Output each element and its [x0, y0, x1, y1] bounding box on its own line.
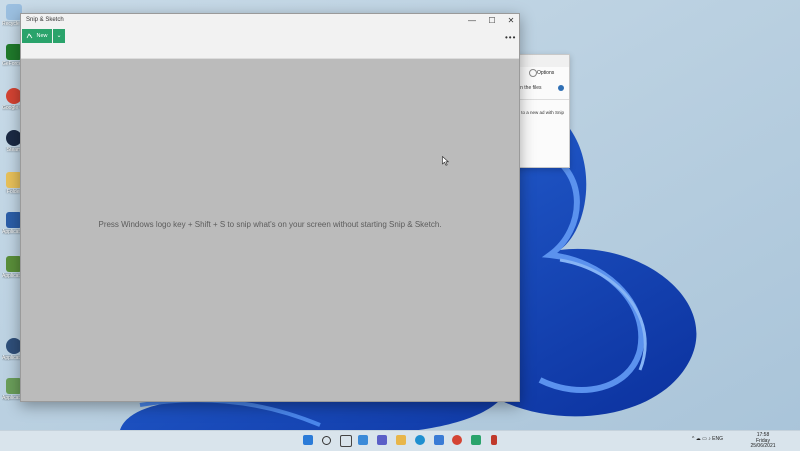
taskbar: ^ ☁ ▭ ♪ ENG 17:58 Friday 25/06/2021 [0, 430, 800, 451]
chat-icon[interactable] [377, 435, 387, 445]
system-tray[interactable]: ^ ☁ ▭ ♪ ENG [692, 436, 723, 442]
search-icon[interactable] [322, 436, 331, 445]
chevron-down-icon: ⌄ [56, 33, 62, 39]
help-icon[interactable] [558, 85, 564, 91]
more-options-button[interactable]: ••• [505, 33, 516, 42]
new-button-label: New [36, 33, 48, 39]
widgets-icon[interactable] [358, 435, 368, 445]
file-explorer-icon[interactable] [396, 435, 406, 445]
options-button[interactable]: Options [537, 70, 554, 76]
task-view-icon[interactable] [340, 435, 352, 447]
new-snip-button[interactable]: New [22, 29, 52, 43]
minimize-button[interactable]: — [465, 15, 479, 27]
app-icon[interactable] [491, 435, 497, 445]
mouse-cursor-icon [442, 156, 449, 166]
start-icon[interactable] [303, 435, 313, 445]
window-titlebar[interactable]: Snip & Sketch — ☐ ✕ [21, 14, 519, 28]
chrome-icon[interactable] [452, 435, 462, 445]
background-window-text: ng to a new ad with Snip [515, 110, 565, 115]
app-toolbar [21, 28, 519, 59]
snip-icon [27, 33, 33, 39]
empty-state-hint: Press Windows logo key + Shift + S to sn… [98, 220, 442, 229]
clock-date: 25/06/2021 [750, 443, 776, 449]
window-title: Snip & Sketch [26, 17, 64, 23]
taskbar-clock[interactable]: 17:58 Friday 25/06/2021 [748, 432, 778, 450]
close-button[interactable]: ✕ [504, 15, 518, 27]
store-icon[interactable] [434, 435, 444, 445]
edge-icon[interactable] [415, 435, 425, 445]
maximize-button[interactable]: ☐ [485, 15, 499, 27]
snip-icon[interactable] [471, 435, 481, 445]
background-window-text: in the files [519, 85, 542, 91]
new-dropdown-button[interactable]: ⌄ [53, 29, 65, 43]
options-icon [529, 69, 537, 77]
snip-sketch-window: Snip & Sketch — ☐ ✕ New ⌄ ••• Press Wind… [20, 13, 520, 402]
